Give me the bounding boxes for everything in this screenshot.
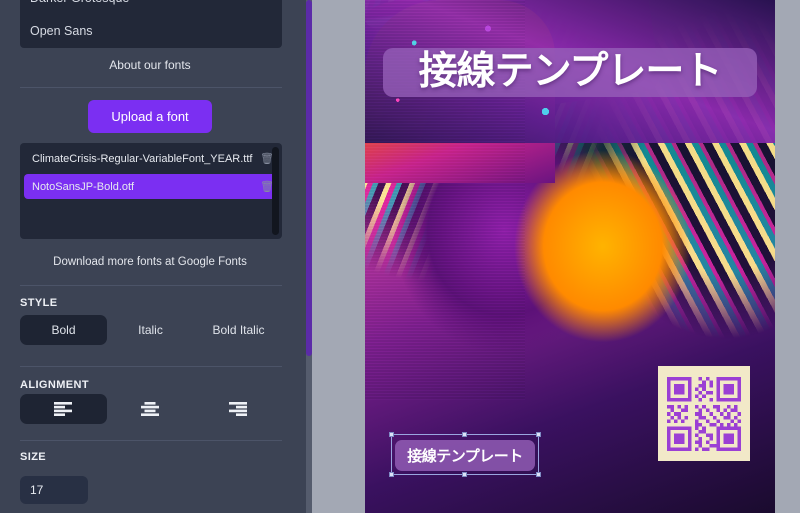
- align-center-button[interactable]: [107, 394, 194, 424]
- size-section-label: SIZE: [20, 451, 47, 463]
- text-properties-panel: Darker Grotesque Open Sans About our fon…: [0, 0, 312, 513]
- align-right-icon: [228, 402, 247, 416]
- font-list-scrollbar[interactable]: [272, 147, 279, 235]
- alignment-option-group: [20, 394, 282, 424]
- list-item[interactable]: NotoSansJP-Bold.otf 🗑: [24, 174, 278, 199]
- style-option-italic[interactable]: Italic: [107, 315, 194, 345]
- style-option-group: Bold Italic Bold Italic: [20, 315, 282, 345]
- align-left-button[interactable]: [20, 394, 107, 424]
- font-option-darker-grotesque[interactable]: Darker Grotesque: [20, 0, 282, 15]
- download-more-fonts-link[interactable]: Download more fonts at Google Fonts: [0, 256, 300, 268]
- divider: [20, 366, 282, 367]
- resize-handle-top-right[interactable]: [536, 432, 541, 437]
- canvas-area[interactable]: 接線テンプレート 接線テンプレート: [312, 0, 800, 513]
- align-center-icon: [140, 402, 159, 416]
- uploaded-fonts-list[interactable]: ClimateCrisis-Regular-VariableFont_YEAR.…: [20, 143, 282, 239]
- align-left-icon: [53, 402, 72, 416]
- app-root: Darker Grotesque Open Sans About our fon…: [0, 0, 800, 513]
- qr-code-icon: [667, 376, 741, 451]
- font-option-open-sans[interactable]: Open Sans: [20, 15, 282, 48]
- resize-handle-bottom-left[interactable]: [389, 472, 394, 477]
- selection-bounding-box: [389, 432, 541, 477]
- font-file-name: NotoSansJP-Bold.otf: [32, 180, 135, 193]
- resize-handle-top-center[interactable]: [462, 432, 467, 437]
- font-size-input[interactable]: [20, 476, 88, 504]
- alignment-section-label: ALIGNMENT: [20, 379, 89, 391]
- style-section-label: STYLE: [20, 297, 58, 309]
- divider: [20, 285, 282, 286]
- about-our-fonts-link[interactable]: About our fonts: [0, 58, 300, 72]
- list-item[interactable]: ClimateCrisis-Regular-VariableFont_YEAR.…: [24, 146, 278, 171]
- poster-title-text[interactable]: 接線テンプレート: [383, 48, 757, 97]
- resize-handle-bottom-center[interactable]: [462, 472, 467, 477]
- resize-handle-bottom-right[interactable]: [536, 472, 541, 477]
- divider: [20, 87, 282, 88]
- style-option-bold[interactable]: Bold: [20, 315, 107, 345]
- align-right-button[interactable]: [195, 394, 282, 424]
- divider: [20, 440, 282, 441]
- resize-handle-top-left[interactable]: [389, 432, 394, 437]
- font-file-name: ClimateCrisis-Regular-VariableFont_YEAR.…: [32, 152, 253, 165]
- poster-preview[interactable]: 接線テンプレート 接線テンプレート: [365, 0, 775, 513]
- style-option-bold-italic[interactable]: Bold Italic: [195, 315, 282, 345]
- qr-code-card[interactable]: [658, 366, 750, 461]
- poster-subtitle-selection[interactable]: 接線テンプレート: [389, 432, 541, 477]
- upload-a-font-button[interactable]: Upload a font: [88, 100, 212, 133]
- font-family-dropdown[interactable]: Darker Grotesque Open Sans: [20, 0, 282, 48]
